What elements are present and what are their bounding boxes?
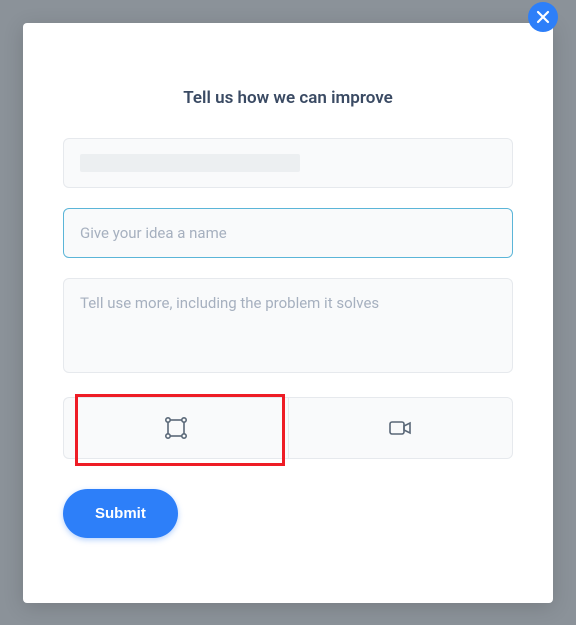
video-attach-button[interactable]: [288, 397, 514, 459]
idea-name-input[interactable]: [63, 208, 513, 258]
modal-title: Tell us how we can improve: [63, 88, 513, 108]
skeleton-placeholder: [80, 154, 300, 172]
category-field[interactable]: [63, 138, 513, 188]
submit-button[interactable]: Submit: [63, 489, 178, 538]
close-button[interactable]: [528, 2, 558, 32]
video-icon: [385, 413, 415, 443]
feedback-modal: Tell us how we can improve Submit: [23, 23, 553, 603]
idea-detail-textarea[interactable]: [63, 278, 513, 373]
screenshot-attach-button[interactable]: [63, 397, 288, 459]
attachment-row: [63, 397, 513, 459]
close-icon: [536, 10, 550, 24]
crop-icon: [161, 413, 191, 443]
